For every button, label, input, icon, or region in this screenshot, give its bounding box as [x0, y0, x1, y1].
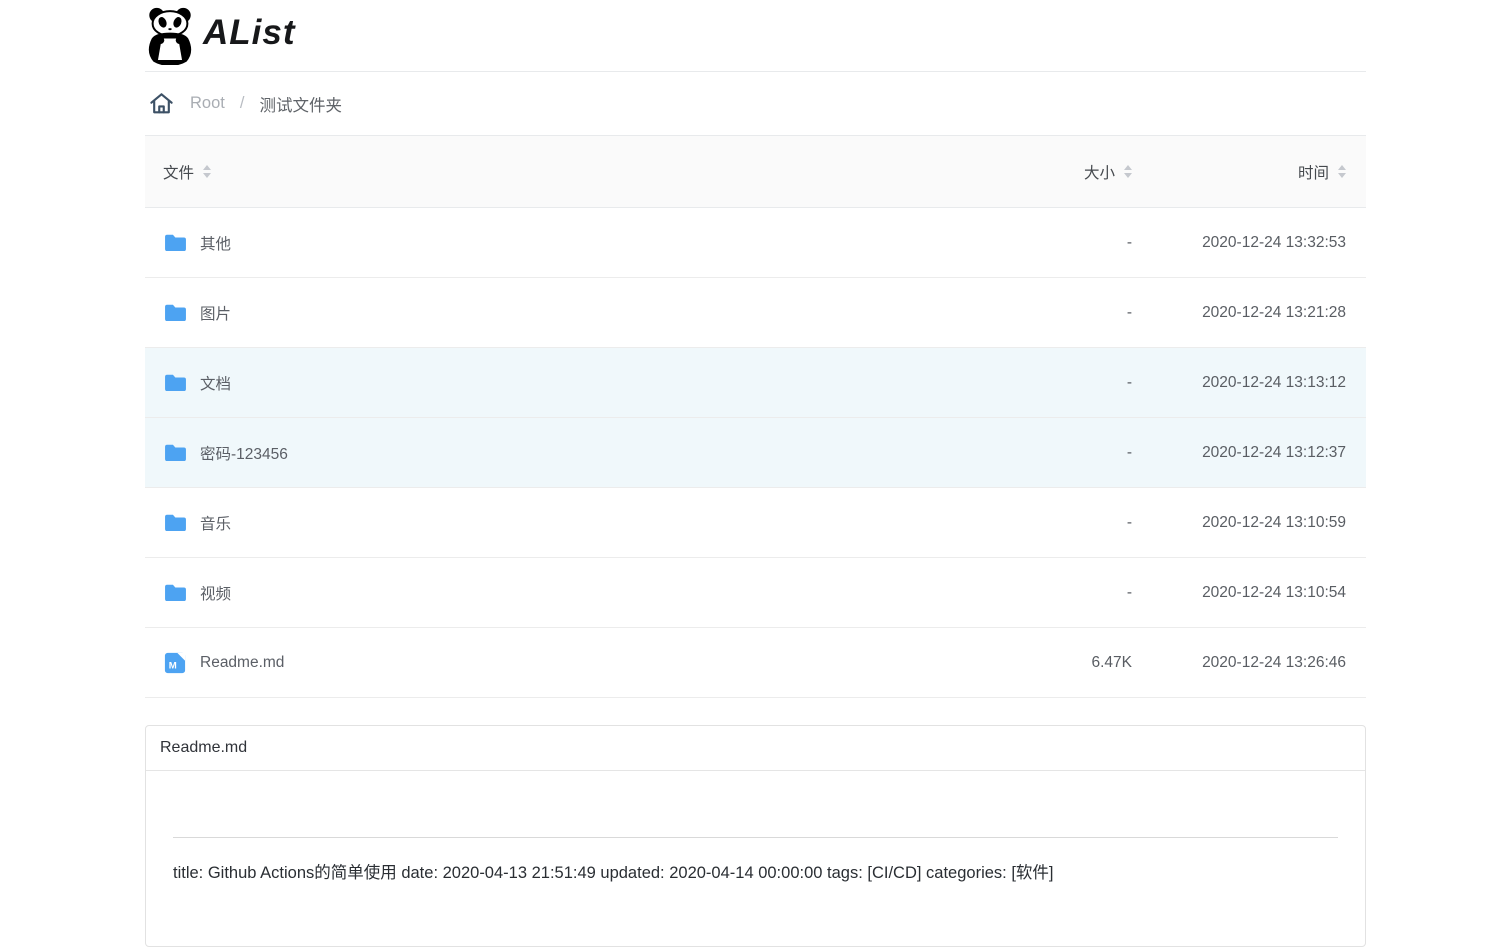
column-header-size[interactable]: 大小 — [1084, 161, 1132, 183]
sort-caret-icon[interactable] — [1124, 165, 1132, 178]
markdown-content: title: Github Actions的简单使用 date: 2020-04… — [173, 864, 1054, 882]
file-table-header: 文件 大小 时间 — [145, 136, 1366, 208]
file-size: - — [1126, 303, 1132, 321]
column-header-time[interactable]: 时间 — [1298, 161, 1346, 183]
markdown-divider — [173, 837, 1338, 838]
svg-text:M: M — [169, 660, 177, 671]
top-bar: AList — [145, 0, 1366, 72]
sort-caret-icon[interactable] — [1338, 165, 1346, 178]
readme-card-title: Readme.md — [146, 726, 1365, 771]
file-size: 6.47K — [1091, 653, 1132, 671]
file-time: 2020-12-24 13:10:54 — [1202, 583, 1346, 601]
markdown-file-icon: M — [163, 652, 187, 674]
file-row[interactable]: M 音乐 - 2020-12-24 13:10:59 — [145, 488, 1366, 558]
file-name: 图片 — [200, 305, 232, 323]
file-time: 2020-12-24 13:13:12 — [1202, 373, 1346, 391]
file-table-body: M 其他 - 2020-12-24 13:32:53 — [145, 208, 1366, 698]
app-logo[interactable]: AList — [145, 7, 296, 65]
file-name: Readme.md — [200, 653, 285, 671]
column-header-file[interactable]: 文件 — [163, 161, 212, 183]
file-name: 音乐 — [200, 515, 232, 533]
file-time: 2020-12-24 13:21:28 — [1202, 303, 1346, 321]
folder-icon — [163, 303, 187, 322]
column-label-time: 时间 — [1297, 164, 1329, 182]
file-name: 密码-123456 — [200, 445, 288, 463]
file-name: 文档 — [200, 375, 232, 393]
file-size: - — [1126, 583, 1132, 601]
file-time: 2020-12-24 13:32:53 — [1202, 233, 1346, 251]
app-title: AList — [203, 12, 296, 52]
folder-icon — [163, 373, 187, 392]
file-time: 2020-12-24 13:12:37 — [1202, 443, 1346, 461]
file-row[interactable]: M 视频 - 2020-12-24 13:10:54 — [145, 558, 1366, 628]
file-time: 2020-12-24 13:26:46 — [1202, 653, 1346, 671]
readme-card-body: title: Github Actions的简单使用 date: 2020-04… — [146, 771, 1365, 946]
home-icon[interactable] — [148, 90, 175, 117]
breadcrumb-root[interactable]: Root — [190, 94, 225, 113]
folder-icon — [163, 513, 187, 532]
column-label-size: 大小 — [1083, 164, 1115, 182]
file-size: - — [1126, 373, 1132, 391]
file-name: 视频 — [200, 585, 232, 603]
folder-icon — [163, 233, 187, 252]
file-time: 2020-12-24 13:10:59 — [1202, 513, 1346, 531]
file-row[interactable]: M 其他 - 2020-12-24 13:32:53 — [145, 208, 1366, 278]
sort-caret-icon[interactable] — [203, 165, 212, 178]
breadcrumb-current: 测试文件夹 — [259, 96, 342, 115]
file-size: - — [1126, 443, 1132, 461]
breadcrumb-separator: / — [239, 94, 245, 112]
breadcrumb: Root / 测试文件夹 — [145, 72, 1366, 136]
file-name: 其他 — [200, 235, 232, 253]
file-row[interactable]: M 图片 - 2020-12-24 13:21:28 — [145, 278, 1366, 348]
file-size: - — [1126, 513, 1132, 531]
file-row[interactable]: M 密码-123456 - 2020-12-24 13:12:37 — [145, 418, 1366, 488]
folder-icon — [163, 583, 187, 602]
column-label-file: 文件 — [163, 164, 195, 182]
file-row[interactable]: M 文档 - 2020-12-24 13:13:12 — [145, 348, 1366, 418]
panda-icon — [145, 7, 195, 65]
readme-preview-card: Readme.md title: Github Actions的简单使用 dat… — [145, 725, 1366, 947]
folder-icon — [163, 443, 187, 462]
file-row[interactable]: M Readme.md 6.47K 2020-12-24 13:26:46 — [145, 628, 1366, 698]
file-size: - — [1126, 233, 1132, 251]
page-container: AList Root / 测试文件夹 文件 大小 时间 其他 - 2020-12… — [145, 0, 1366, 947]
